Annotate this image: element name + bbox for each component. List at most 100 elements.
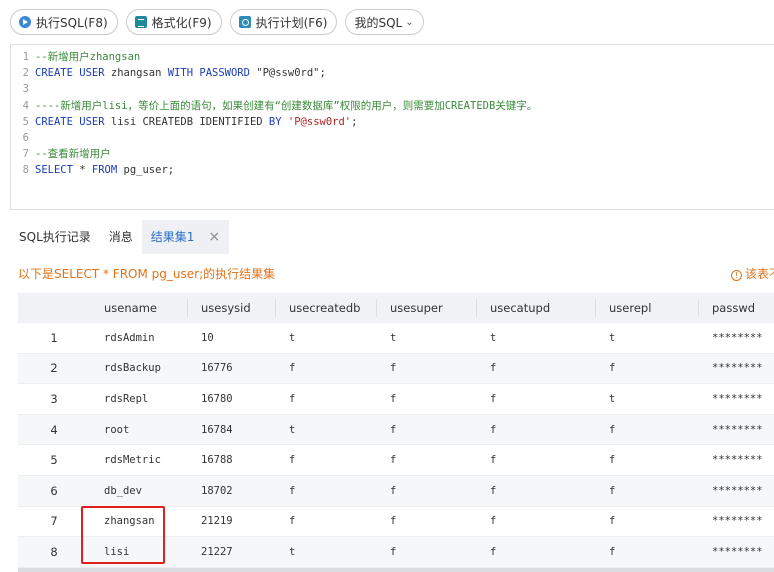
my-sql-dropdown[interactable]: 我的SQL ⌄ — [345, 9, 424, 35]
table-cell[interactable]: rdsAdmin — [104, 323, 201, 353]
table-cell[interactable]: f — [490, 445, 609, 475]
table-row[interactable]: 5 rdsMetric 16788 f f f f ******** — [18, 445, 774, 476]
table-cell[interactable]: f — [390, 476, 490, 506]
column-divider[interactable] — [187, 299, 188, 317]
table-cell[interactable]: f — [609, 415, 712, 445]
table-cell[interactable]: 16788 — [201, 445, 289, 475]
tab-sql-history[interactable]: SQL执行记录 — [10, 220, 100, 254]
table-cell[interactable]: t — [609, 323, 712, 353]
table-cell[interactable]: f — [390, 354, 490, 384]
table-cell[interactable]: t — [289, 323, 390, 353]
table-cell[interactable]: f — [609, 476, 712, 506]
table-row[interactable]: 1 rdsAdmin 10 t t t t ******** — [18, 323, 774, 354]
format-button[interactable]: 格式化(F9) — [125, 9, 222, 35]
code-token: ----新增用户lisi，等价上面的语句，如果创建有“创建数据库”权限的用户，则… — [35, 99, 538, 112]
plan-icon — [238, 16, 251, 28]
column-divider[interactable] — [376, 299, 377, 317]
table-cell[interactable]: f — [289, 445, 390, 475]
table-cell[interactable]: rdsRepl — [104, 384, 201, 414]
column-header[interactable]: usecreatedb — [289, 293, 390, 323]
row-number[interactable]: 3 — [18, 384, 90, 414]
table-cell[interactable]: f — [490, 354, 609, 384]
run-sql-button[interactable]: 执行SQL(F8) — [10, 9, 118, 35]
table-cell[interactable]: root — [104, 415, 201, 445]
table-cell[interactable]: ******** — [712, 323, 774, 353]
table-row[interactable]: 2 rdsBackup 16776 f f f f ******** — [18, 353, 774, 385]
table-notice[interactable]: !该表不 — [731, 265, 774, 282]
table-cell[interactable]: f — [490, 415, 609, 445]
tab-messages[interactable]: 消息 — [100, 220, 142, 254]
table-notice-label: 该表不 — [745, 267, 774, 281]
table-cell[interactable]: 21219 — [201, 507, 289, 537]
editor-line: 2 CREATE USER zhangsan WITH PASSWORD "P@s… — [11, 65, 326, 81]
column-header[interactable]: usesuper — [390, 293, 490, 323]
table-cell[interactable]: f — [390, 507, 490, 537]
table-cell[interactable]: t — [390, 323, 490, 353]
column-divider[interactable] — [476, 299, 477, 317]
table-cell[interactable]: f — [390, 415, 490, 445]
table-cell[interactable]: t — [289, 537, 390, 567]
tab-result-set-1[interactable]: 结果集1 × — [141, 220, 230, 254]
column-divider[interactable] — [595, 299, 596, 317]
table-cell[interactable]: rdsBackup — [104, 354, 201, 384]
row-number[interactable]: 5 — [18, 445, 90, 475]
explain-plan-button[interactable]: 执行计划(F6) — [229, 9, 338, 35]
row-number[interactable]: 4 — [18, 415, 90, 445]
column-header[interactable] — [18, 293, 88, 323]
table-cell[interactable]: f — [609, 537, 712, 567]
table-cell[interactable]: lisi — [104, 537, 201, 567]
column-header[interactable]: usecatupd — [490, 293, 609, 323]
table-row[interactable]: 6 db_dev 18702 f f f f ******** — [18, 476, 774, 507]
table-cell[interactable]: f — [609, 445, 712, 475]
table-cell[interactable]: ******** — [712, 354, 774, 384]
table-cell[interactable]: db_dev — [104, 476, 201, 506]
table-cell[interactable]: f — [390, 537, 490, 567]
table-cell[interactable]: f — [609, 354, 712, 384]
close-icon[interactable]: × — [208, 220, 220, 254]
row-number[interactable]: 6 — [18, 476, 90, 506]
table-cell[interactable]: f — [490, 476, 609, 506]
table-cell[interactable]: f — [390, 384, 490, 414]
table-cell[interactable]: ******** — [712, 415, 774, 445]
table-cell[interactable]: rdsMetric — [104, 445, 201, 475]
column-header[interactable]: userepl — [609, 293, 712, 323]
table-cell[interactable]: zhangsan — [104, 507, 201, 537]
table-cell[interactable]: f — [289, 354, 390, 384]
table-cell[interactable]: ******** — [712, 537, 774, 567]
horizontal-scrollbar[interactable] — [18, 568, 774, 572]
table-cell[interactable]: t — [490, 323, 609, 353]
table-cell[interactable]: ******** — [712, 476, 774, 506]
table-cell[interactable]: f — [289, 384, 390, 414]
table-cell[interactable]: 16784 — [201, 415, 289, 445]
row-number[interactable]: 2 — [18, 354, 90, 384]
row-number[interactable]: 1 — [18, 323, 90, 353]
table-cell[interactable]: f — [289, 476, 390, 506]
column-header[interactable]: passwd — [712, 293, 774, 323]
table-row[interactable]: 7 zhangsan 21219 f f f f ******** — [18, 507, 774, 538]
table-cell[interactable]: 10 — [201, 323, 289, 353]
table-cell[interactable]: 16776 — [201, 354, 289, 384]
table-cell[interactable]: 18702 — [201, 476, 289, 506]
sql-editor[interactable]: 1 --新增用户zhangsan 2 CREATE USER zhangsan WIT… — [10, 44, 774, 210]
column-divider[interactable] — [275, 299, 276, 317]
column-divider[interactable] — [698, 299, 699, 317]
table-row[interactable]: 3 rdsRepl 16780 f f f t ******** — [18, 384, 774, 415]
table-cell[interactable]: f — [490, 537, 609, 567]
table-cell[interactable]: ******** — [712, 445, 774, 475]
table-cell[interactable]: 16780 — [201, 384, 289, 414]
row-number[interactable]: 7 — [18, 507, 90, 537]
table-cell[interactable]: f — [490, 384, 609, 414]
table-cell[interactable]: f — [390, 445, 490, 475]
code-token: --新增用户zhangsan — [35, 51, 141, 63]
table-cell[interactable]: t — [609, 384, 712, 414]
table-cell[interactable]: t — [289, 415, 390, 445]
table-cell[interactable]: f — [289, 507, 390, 537]
table-cell[interactable]: f — [609, 507, 712, 537]
table-cell[interactable]: 21227 — [201, 537, 289, 567]
table-cell[interactable]: f — [490, 507, 609, 537]
row-number[interactable]: 8 — [18, 537, 90, 567]
table-row[interactable]: 4 root 16784 t f f f ******** — [18, 414, 774, 446]
table-row[interactable]: 8 lisi 21227 t f f f ******** — [18, 537, 774, 568]
table-cell[interactable]: ******** — [712, 507, 774, 537]
table-cell[interactable]: ******** — [712, 384, 774, 414]
